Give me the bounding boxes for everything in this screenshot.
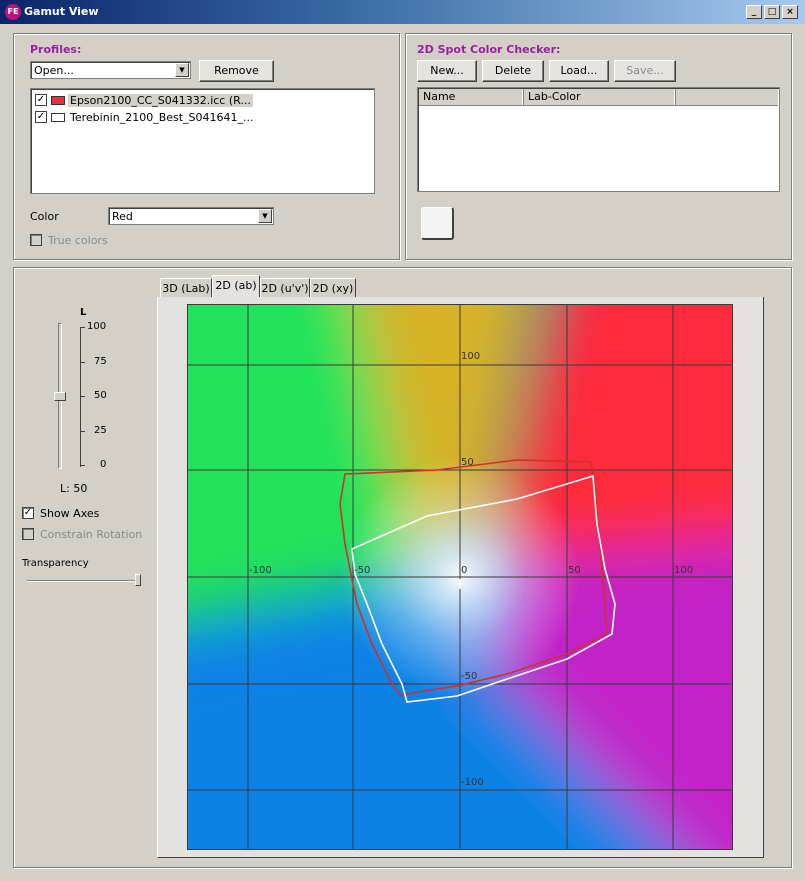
title-bar: FE Gamut View _ □ × (0, 0, 805, 24)
axis-label-b-100: 100 (461, 351, 481, 362)
chevron-down-icon[interactable]: ▼ (175, 63, 189, 77)
tab-3d-lab[interactable]: 3D (Lab) (160, 278, 212, 298)
tab-2d-xy[interactable]: 2D (xy) (310, 278, 356, 298)
slider-tick-label: 0 (100, 459, 107, 470)
color-combo[interactable]: Red ▼ (108, 207, 274, 225)
spot-checker-title: 2D Spot Color Checker: (417, 43, 561, 56)
slider-tick-label: 75 (94, 355, 107, 367)
constrain-rotation-checkbox[interactable] (22, 528, 34, 540)
app-icon: FE (5, 4, 21, 20)
axis-label-a-neg50: -50 (354, 565, 371, 576)
chevron-down-icon[interactable]: ▼ (258, 209, 272, 223)
slider-tick-label: 100 (87, 321, 107, 332)
open-profile-combo[interactable]: Open... ▼ (30, 61, 191, 79)
true-colors-checkbox[interactable] (30, 234, 42, 246)
true-colors-label: True colors (48, 234, 108, 247)
transparency-label: Transparency (22, 558, 89, 569)
color-label: Color (30, 210, 59, 223)
axis-label-b-neg50: -50 (461, 671, 478, 682)
slider-scale (80, 327, 81, 467)
axis-label-b-neg100: -100 (461, 777, 484, 788)
load-spot-button[interactable]: Load... (549, 60, 609, 82)
show-axes-label: Show Axes (40, 507, 100, 520)
spot-color-preview-button[interactable] (421, 207, 454, 240)
profiles-title: Profiles: (30, 43, 82, 56)
slider-tick-label: 25 (94, 424, 107, 436)
slider-tick-mark (80, 327, 85, 328)
axis-label-a-50: 50 (568, 565, 581, 576)
tab-2d-ab[interactable]: 2D (ab) (212, 275, 260, 297)
spot-color-list[interactable]: Name Lab-Color (417, 87, 780, 192)
slider-title: L (80, 307, 87, 318)
checkbox-checked-icon[interactable]: ✓ (35, 94, 47, 106)
delete-spot-button[interactable]: Delete (482, 60, 544, 82)
save-spot-button[interactable]: Save... (614, 60, 676, 82)
profile-color-swatch (51, 113, 65, 122)
maximize-icon[interactable]: □ (764, 5, 780, 19)
profile-row[interactable]: ✓ Terebinin_2100_Best_S041641_... (35, 110, 370, 125)
remove-button[interactable]: Remove (199, 60, 274, 82)
profile-name: Terebinin_2100_Best_S041641_... (70, 111, 254, 124)
slider-tick-mark (80, 465, 85, 466)
column-lab-color[interactable]: Lab-Color (524, 89, 676, 105)
axis-label-origin: 0 (461, 565, 468, 576)
profile-name: Epson2100_CC_S041332.icc (R... (68, 94, 253, 107)
new-spot-button[interactable]: New... (417, 60, 477, 82)
slider-tick-mark (80, 361, 85, 363)
minimize-icon[interactable]: _ (746, 5, 762, 19)
close-icon[interactable]: × (782, 5, 798, 19)
transparency-slider-thumb[interactable] (135, 574, 141, 586)
column-name[interactable]: Name (419, 89, 524, 105)
list-header: Name Lab-Color (419, 89, 778, 106)
slider-value-label: L: 50 (60, 482, 88, 495)
slider-tick-label: 50 (94, 390, 107, 401)
gamut-plot[interactable]: 100 50 -50 -100 -100 -50 0 50 100 (127, 244, 805, 881)
show-axes-checkbox[interactable]: ✓ (22, 507, 34, 519)
window-title: Gamut View (24, 5, 99, 18)
slider-tick-mark (80, 430, 85, 432)
axis-label-b-50: 50 (461, 457, 474, 468)
tab-2d-uv[interactable]: 2D (u'v') (260, 278, 310, 298)
axis-label-a-neg100: -100 (249, 565, 272, 576)
transparency-slider-track[interactable] (27, 580, 139, 582)
l-slider-thumb[interactable] (54, 392, 66, 401)
profiles-list[interactable]: ✓ Epson2100_CC_S041332.icc (R... ✓ Tereb… (30, 88, 375, 194)
profile-row[interactable]: ✓ Epson2100_CC_S041332.icc (R... (35, 93, 370, 108)
constrain-rotation-label: Constrain Rotation (40, 528, 143, 541)
slider-tick-mark (80, 396, 85, 397)
axis-label-a-100: 100 (674, 565, 694, 576)
checkbox-checked-icon[interactable]: ✓ (35, 111, 47, 123)
profile-color-swatch (51, 96, 65, 105)
